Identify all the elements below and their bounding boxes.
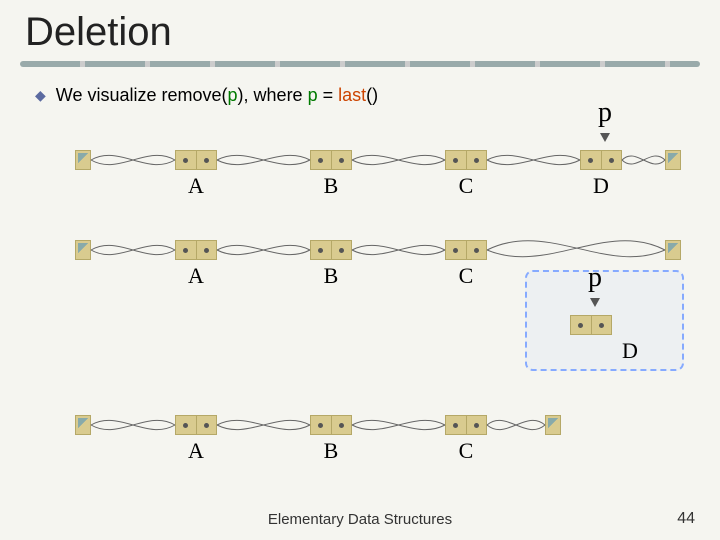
node-a-3 bbox=[175, 415, 217, 435]
label-c: C bbox=[446, 263, 486, 289]
p-label-row2: p bbox=[575, 262, 615, 294]
link bbox=[622, 152, 665, 168]
bullet-text: We visualize remove(p), where p = last() bbox=[56, 85, 378, 106]
link bbox=[91, 417, 175, 433]
sentinel bbox=[75, 240, 91, 260]
node-d-ghost bbox=[570, 315, 612, 335]
sentinel bbox=[75, 415, 91, 435]
label-b: B bbox=[311, 173, 351, 199]
footer-text: Elementary Data Structures bbox=[0, 511, 720, 528]
bullet-remove: remove bbox=[162, 85, 222, 105]
label-c: C bbox=[446, 173, 486, 199]
link bbox=[91, 242, 175, 258]
node-b-3 bbox=[310, 415, 352, 435]
sentinel bbox=[665, 150, 681, 170]
bullet-icon: ◆ bbox=[35, 87, 46, 104]
sentinel bbox=[75, 150, 91, 170]
bullet-p1: p bbox=[228, 85, 238, 105]
label-c: C bbox=[446, 438, 486, 464]
link bbox=[217, 152, 310, 168]
link bbox=[352, 242, 445, 258]
slide-title: Deletion bbox=[0, 0, 720, 55]
node-b-1 bbox=[310, 150, 352, 170]
arrow-down-icon bbox=[600, 133, 610, 142]
node-d-1 bbox=[580, 150, 622, 170]
bullet-last: last bbox=[338, 85, 366, 105]
node-c-2 bbox=[445, 240, 487, 260]
link bbox=[352, 152, 445, 168]
bullet-paren-close: () bbox=[366, 85, 378, 105]
label-a: A bbox=[176, 263, 216, 289]
bullet-prefix: We visualize bbox=[56, 85, 162, 105]
node-a-2 bbox=[175, 240, 217, 260]
label-d-ghost: D bbox=[610, 338, 650, 364]
link bbox=[487, 152, 580, 168]
link bbox=[352, 417, 445, 433]
node-a-1 bbox=[175, 150, 217, 170]
title-underline bbox=[20, 61, 700, 67]
bullet-eq: = bbox=[318, 85, 339, 105]
diagram-area: p A B C D A B C p D A B C bbox=[0, 115, 720, 515]
label-d: D bbox=[581, 173, 621, 199]
link bbox=[487, 417, 545, 433]
arrow-down-icon bbox=[590, 298, 600, 307]
label-b: B bbox=[311, 263, 351, 289]
sentinel bbox=[665, 240, 681, 260]
label-a: A bbox=[176, 173, 216, 199]
link bbox=[217, 417, 310, 433]
bullet-mid: ), where bbox=[238, 85, 308, 105]
bullet-p2: p bbox=[308, 85, 318, 105]
label-a: A bbox=[176, 438, 216, 464]
link-skip bbox=[487, 235, 665, 265]
slide-number: 44 bbox=[677, 510, 695, 528]
node-b-2 bbox=[310, 240, 352, 260]
link bbox=[217, 242, 310, 258]
link bbox=[91, 152, 175, 168]
label-b: B bbox=[311, 438, 351, 464]
node-c-3 bbox=[445, 415, 487, 435]
sentinel bbox=[545, 415, 561, 435]
p-label-row1: p bbox=[585, 97, 625, 129]
node-c-1 bbox=[445, 150, 487, 170]
